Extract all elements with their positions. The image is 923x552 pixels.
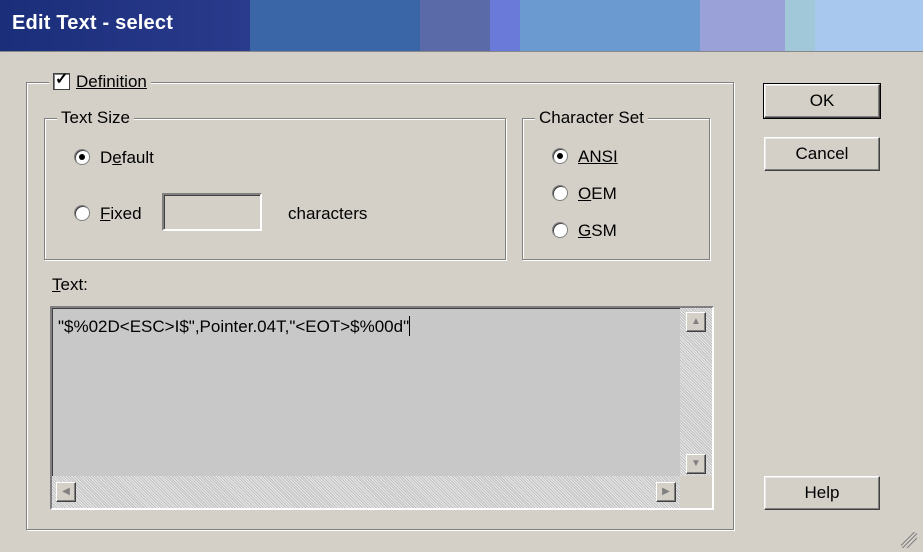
- definition-label: Definition: [76, 72, 147, 91]
- gsm-radio[interactable]: [552, 222, 568, 238]
- cancel-button[interactable]: Cancel: [764, 137, 880, 171]
- ansi-radio[interactable]: [552, 148, 568, 164]
- title-bar[interactable]: Edit Text - select: [0, 0, 923, 52]
- scroll-left-arrow-icon[interactable]: ◀: [56, 482, 76, 502]
- oem-label: OEM: [578, 184, 617, 203]
- scroll-down-arrow-icon[interactable]: ▼: [686, 454, 706, 474]
- fixed-characters-input[interactable]: [162, 193, 262, 231]
- text-size-legend: Text Size: [57, 108, 134, 128]
- characters-label: characters: [288, 204, 368, 223]
- gsm-radio-row[interactable]: GSM: [552, 220, 617, 242]
- resize-grip-icon[interactable]: [901, 532, 917, 548]
- horizontal-scrollbar[interactable]: ◀ ▶: [52, 476, 680, 508]
- ansi-label: ANSI: [578, 147, 618, 166]
- oem-radio-row[interactable]: OEM: [552, 183, 617, 205]
- fixed-size-radio-row[interactable]: Fixed: [74, 203, 142, 225]
- text-caret: [409, 316, 411, 336]
- fixed-size-label: Fixed: [100, 204, 142, 223]
- definition-checkbox[interactable]: ✓: [53, 71, 70, 90]
- default-size-label: Default: [100, 148, 154, 167]
- text-label: Text:: [52, 275, 88, 294]
- text-size-group: Text Size: [44, 108, 506, 260]
- oem-radio[interactable]: [552, 185, 568, 201]
- default-size-radio[interactable]: [74, 149, 90, 165]
- character-set-legend: Character Set: [535, 108, 648, 128]
- default-size-radio-row[interactable]: Default: [74, 147, 154, 169]
- check-icon: ✓: [55, 71, 69, 88]
- scroll-right-arrow-icon[interactable]: ▶: [656, 482, 676, 502]
- definition-legend[interactable]: ✓ Definition: [49, 71, 151, 92]
- vertical-scrollbar[interactable]: ▲ ▼: [680, 308, 712, 478]
- window-title: Edit Text - select: [12, 12, 174, 34]
- ok-button[interactable]: OK: [763, 83, 881, 119]
- fixed-size-radio[interactable]: [74, 205, 90, 221]
- scroll-up-arrow-icon[interactable]: ▲: [686, 312, 706, 332]
- text-editor[interactable]: "$%02D<ESC>I$",Pointer.04T,"<EOT>$%00d" …: [50, 306, 714, 510]
- scrollbar-corner: [680, 476, 712, 508]
- text-editor-content: "$%02D<ESC>I$",Pointer.04T,"<EOT>$%00d": [58, 316, 411, 337]
- ansi-radio-row[interactable]: ANSI: [552, 146, 618, 168]
- help-button[interactable]: Help: [764, 476, 880, 510]
- text-value: "$%02D<ESC>I$",Pointer.04T,"<EOT>$%00d": [58, 317, 410, 336]
- gsm-label: GSM: [578, 221, 617, 240]
